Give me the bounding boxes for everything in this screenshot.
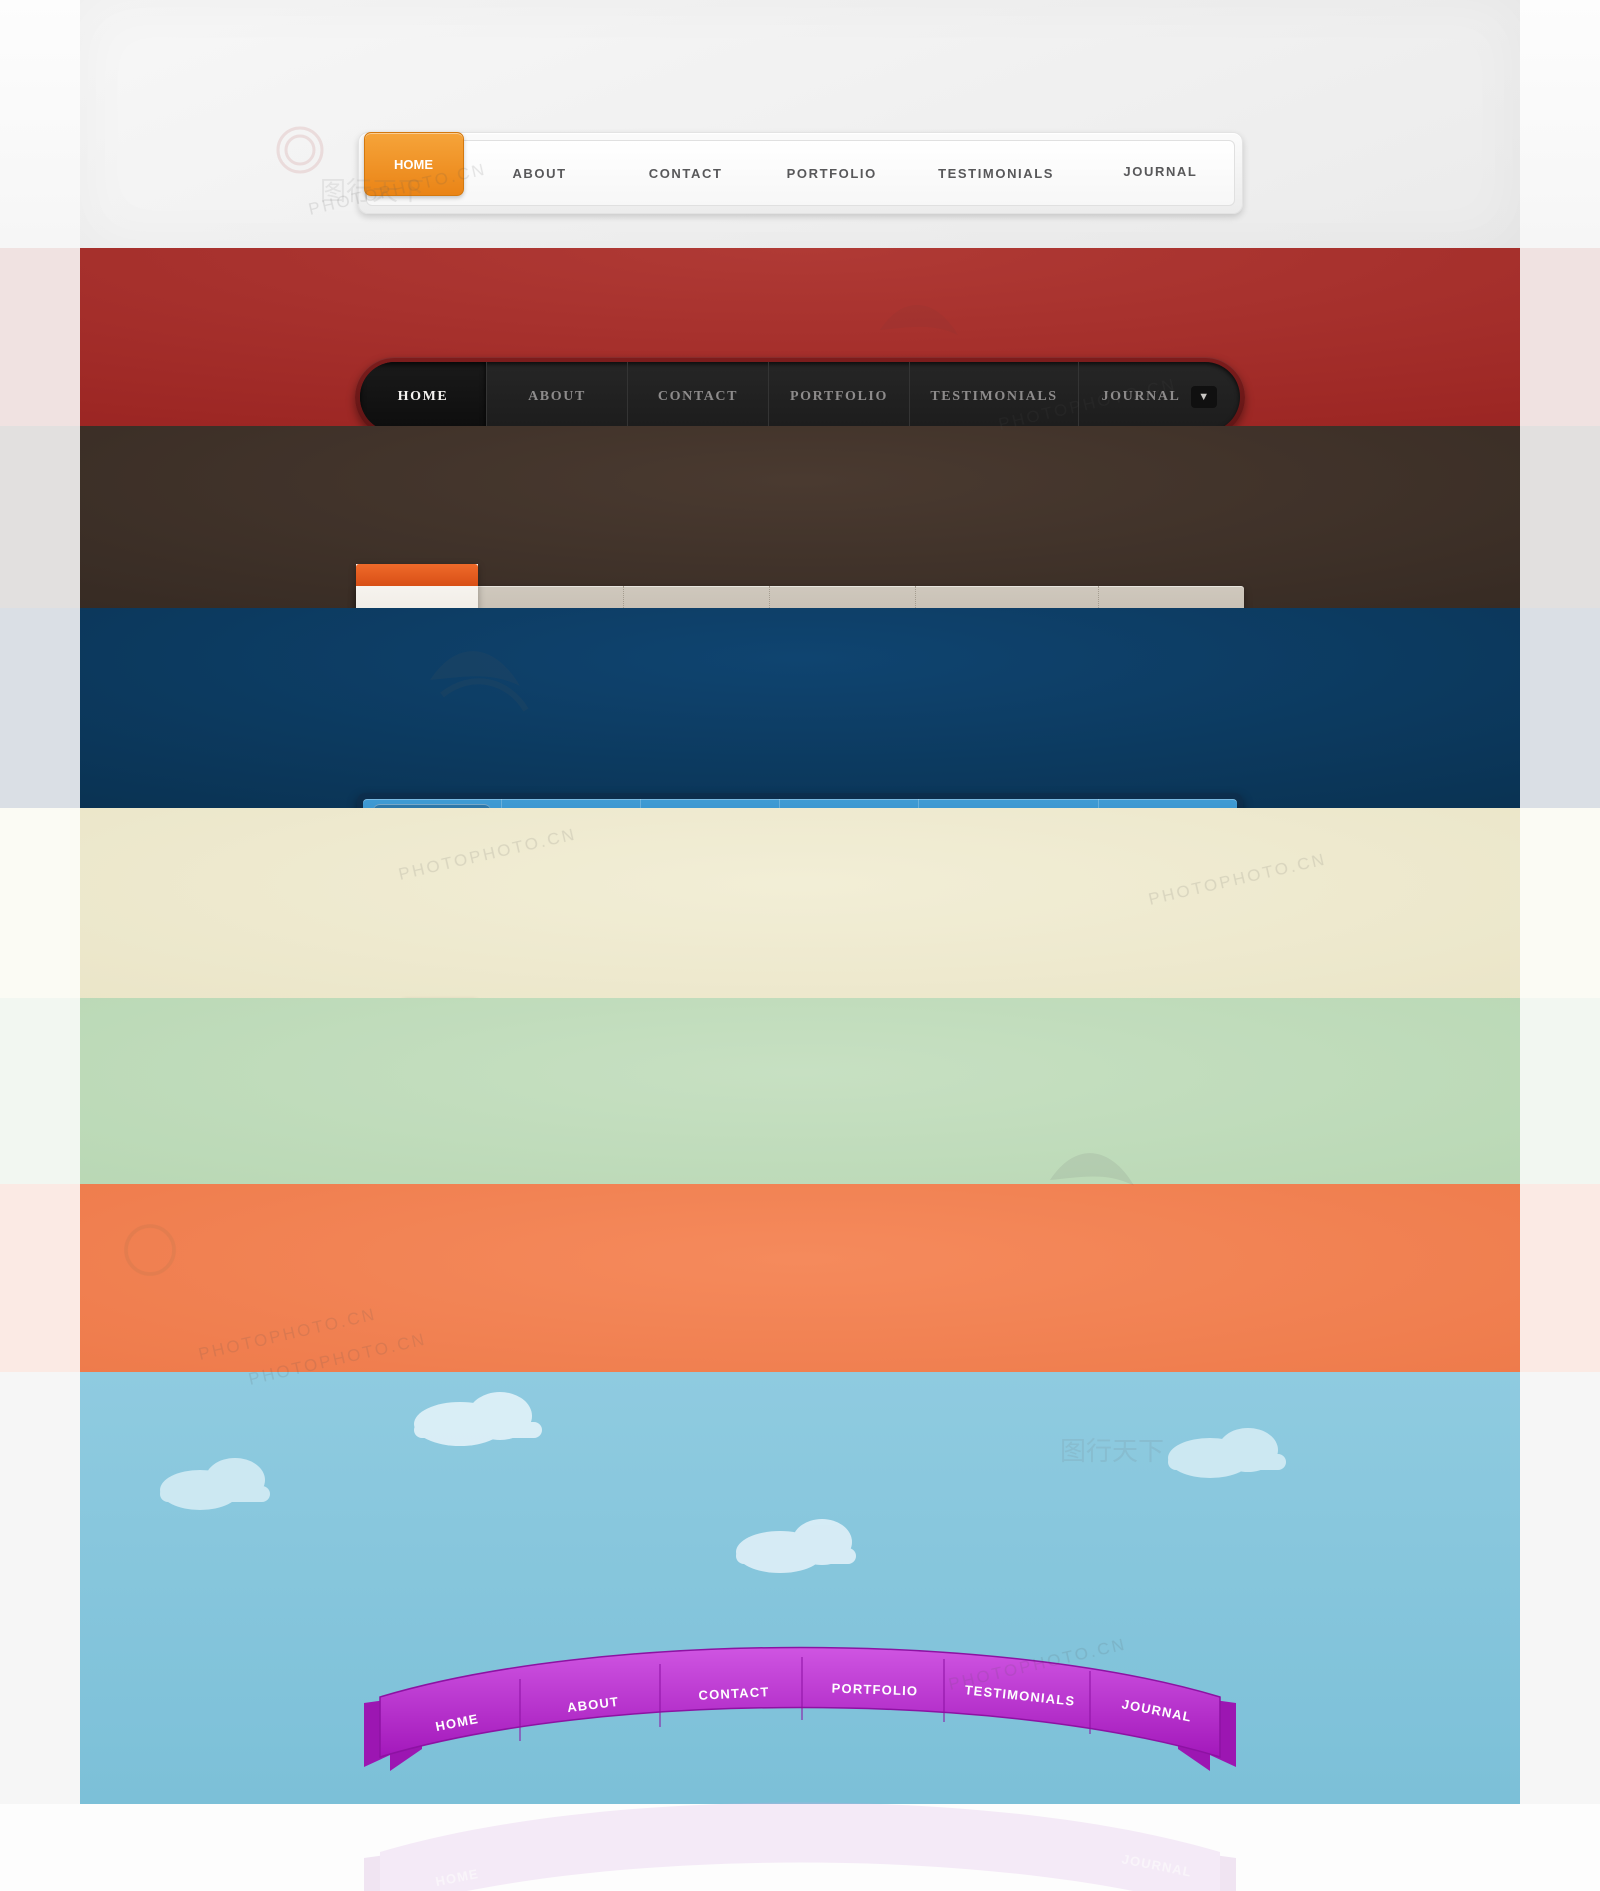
navbar-shell-faded: HOME JOURNAL [350, 1800, 1250, 1891]
nav-label: PORTFOLIO [786, 165, 877, 181]
band-core [80, 1184, 1520, 1372]
cloud-icon [414, 1392, 542, 1446]
nav-white-glossy: HOME ABOUT CONTACT PORTFOLIO TESTIMONIAL… [0, 132, 1600, 214]
navbar-shell: HOME ABOUT CONTACT PORTFOLIO TESTIMONIAL… [350, 1645, 1250, 1795]
band-blue [0, 608, 1600, 808]
nav-label: HOME [434, 1710, 480, 1734]
nav-item-portfolio[interactable]: PORTFOLIO [759, 167, 905, 180]
band-core [80, 998, 1520, 1184]
nav-label: CONTACT [648, 165, 723, 181]
nav-label: HOME [394, 156, 433, 172]
navbar-inner: HOME ABOUT CONTACT PORTFOLIO TESTIMONIAL… [360, 362, 1240, 432]
cloud-icon [1168, 1428, 1286, 1478]
nav-label: TESTIMONIALS [938, 165, 1055, 181]
nav-item-home[interactable]: HOME [360, 362, 487, 432]
nav-label: JOURNAL [1120, 1695, 1194, 1725]
nav-label: ABOUT [566, 1693, 620, 1715]
nav-label: JOURNAL [1123, 163, 1198, 179]
nav-label: TESTIMONIALS [963, 1681, 1077, 1709]
nav-label: PORTFOLIO [831, 1679, 919, 1699]
nav-item-about[interactable]: ABOUT [467, 167, 613, 180]
nav-label: TESTIMONIALS [930, 389, 1058, 404]
nav-item-portfolio[interactable]: PORTFOLIO [769, 362, 910, 432]
band-core [80, 426, 1520, 608]
nav-label: HOME [434, 1865, 480, 1889]
band-brown [0, 426, 1600, 608]
cloud-icon [160, 1458, 270, 1510]
nav-label: CONTACT [657, 389, 739, 404]
band-cream [0, 808, 1600, 998]
band-core [80, 808, 1520, 998]
nav-label: JOURNAL [1101, 389, 1181, 404]
nav-purple-ribbon: HOME ABOUT CONTACT PORTFOLIO TESTIMONIAL… [0, 1645, 1600, 1795]
navbar-inner: HOME ABOUT CONTACT PORTFOLIO TESTIMONIAL… [363, 132, 1235, 206]
cloud-icon [736, 1519, 856, 1573]
nav-label: JOURNAL [1120, 1850, 1194, 1880]
nav-label: PORTFOLIO [790, 389, 888, 404]
band-green [0, 998, 1600, 1184]
nav-item-journal[interactable]: JOURNAL [1087, 165, 1233, 178]
nav-item-about[interactable]: ABOUT [487, 362, 628, 432]
navbar-shell: HOME ABOUT CONTACT PORTFOLIO TESTIMONIAL… [357, 132, 1243, 214]
chevron-down-icon[interactable]: ▼ [1191, 386, 1218, 408]
nav-item-contact[interactable]: CONTACT [628, 362, 769, 432]
nav-label: ABOUT [512, 165, 567, 181]
nav-label: ABOUT [528, 389, 586, 404]
nav-item-contact[interactable]: CONTACT [613, 167, 759, 180]
navbar-shell: HOME ABOUT CONTACT PORTFOLIO TESTIMONIAL… [355, 357, 1245, 437]
nav-item-testimonials[interactable]: TESTIMONIALS [905, 167, 1088, 180]
band-core [80, 608, 1520, 808]
nav-label: CONTACT [698, 1683, 770, 1703]
nav-item-testimonials[interactable]: TESTIMONIALS [910, 362, 1079, 432]
nav-item-portfolio[interactable]: PORTFOLIO [815, 1668, 934, 1710]
nav-item-journal[interactable]: JOURNAL ▼ [1079, 362, 1240, 432]
nav-item-contact[interactable]: CONTACT [675, 1671, 793, 1715]
nav-dark-pill-red: HOME ABOUT CONTACT PORTFOLIO TESTIMONIAL… [0, 357, 1600, 437]
nav-label: HOME [397, 389, 449, 404]
showcase-canvas: HOME ABOUT CONTACT PORTFOLIO TESTIMONIAL… [0, 0, 1600, 1891]
band-orange [0, 1184, 1600, 1372]
nav-purple-ribbon-faded: HOME JOURNAL [0, 1800, 1600, 1891]
nav-item-home[interactable]: HOME [363, 132, 464, 196]
